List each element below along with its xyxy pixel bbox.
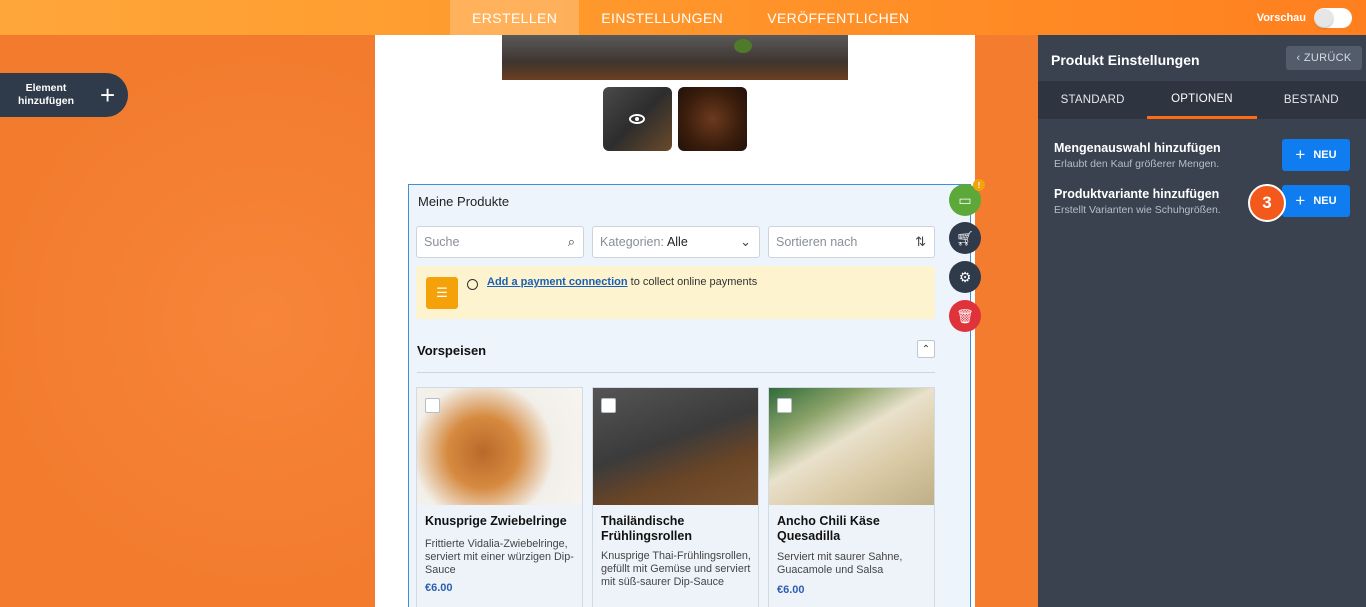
- image-thumbnail-1[interactable]: [603, 87, 672, 151]
- tab-einstellungen[interactable]: EINSTELLUNGEN: [579, 0, 745, 35]
- garnish-shape: [734, 39, 752, 53]
- search-input[interactable]: Suche ⌕: [416, 226, 584, 258]
- trash-icon: 🗑︎: [956, 307, 974, 324]
- option-description: Erstellt Varianten wie Schuhgrößen.: [1054, 204, 1221, 216]
- option-description: Erlaubt den Kauf größerer Mengen.: [1054, 158, 1220, 170]
- product-checkbox[interactable]: [425, 398, 440, 413]
- warning-badge: !: [973, 179, 985, 191]
- eye-icon[interactable]: [629, 114, 645, 124]
- payment-settings-button[interactable]: ▭ !: [949, 179, 985, 216]
- search-placeholder: Suche: [424, 235, 460, 249]
- category-heading: Vorspeisen: [417, 343, 487, 358]
- product-checkbox[interactable]: [601, 398, 616, 413]
- category-label: Kategorien:: [600, 235, 664, 249]
- sort-select[interactable]: Sortieren nach ⇅: [768, 226, 935, 258]
- list-icon: ☰: [426, 277, 458, 309]
- product-description: Frittierte Vidalia-Zwiebelringe, servier…: [425, 538, 574, 576]
- tab-bestand[interactable]: BESTAND: [1257, 81, 1366, 119]
- builder-background-right: [975, 35, 1038, 607]
- product-checkbox[interactable]: [777, 398, 792, 413]
- button-label: NEU: [1313, 195, 1337, 207]
- payment-connection-link[interactable]: Add a payment connection: [487, 276, 628, 288]
- chevron-left-icon: ‹: [1296, 52, 1304, 64]
- chevron-down-icon: ⌄: [740, 234, 751, 249]
- product-description: Serviert mit saurer Sahne, Guacamole und…: [777, 551, 903, 576]
- preview-toggle[interactable]: [1314, 8, 1352, 28]
- product-price: €6.00: [425, 582, 453, 594]
- plus-icon: +: [100, 79, 116, 110]
- tab-erstellen[interactable]: ERSTELLEN: [450, 0, 580, 35]
- add-element-button[interactable]: Element hinzufügen +: [0, 73, 128, 117]
- collapse-button[interactable]: ⌃: [917, 340, 935, 358]
- notice-text: Add a payment connection to collect onli…: [487, 276, 757, 288]
- plus-icon: +: [1295, 145, 1306, 164]
- product-card[interactable]: Knusprige Zwiebelringe Frittierte Vidali…: [416, 387, 583, 607]
- quantity-option: Mengenauswahl hinzufügen Erlaubt den Kau…: [1054, 141, 1221, 170]
- product-main-image: [502, 35, 848, 80]
- preview-control: Vorschau: [1257, 8, 1352, 28]
- variant-option: Produktvariante hinzufügen Erstellt Vari…: [1054, 187, 1221, 216]
- panel-tabs: STANDARD OPTIONEN BESTAND: [1038, 81, 1366, 119]
- add-quantity-button[interactable]: + NEU: [1282, 139, 1350, 171]
- plus-icon: +: [1295, 191, 1306, 210]
- option-title: Produktvariante hinzufügen: [1054, 187, 1220, 201]
- cart-button[interactable]: 🛒︎: [949, 222, 981, 254]
- product-name: Ancho Chili Käse Quesadilla: [777, 514, 880, 543]
- product-price: €6.00: [777, 584, 805, 596]
- button-label: NEU: [1313, 149, 1337, 161]
- product-image: [593, 388, 758, 505]
- product-image: [769, 388, 934, 505]
- product-image: [417, 388, 582, 505]
- sort-icon: ⇅: [915, 234, 926, 249]
- widget-title: Meine Produkte: [418, 194, 510, 209]
- credit-card-icon: ▭: [958, 191, 972, 208]
- tab-standard[interactable]: STANDARD: [1038, 81, 1147, 119]
- back-button[interactable]: ‹ ZURÜCK: [1286, 46, 1362, 70]
- product-card[interactable]: Ancho Chili Käse Quesadilla Serviert mit…: [768, 387, 935, 607]
- step-marker: 3: [1248, 184, 1286, 222]
- notice-suffix: to collect online payments: [627, 276, 758, 288]
- form-canvas: Meine Produkte Suche ⌕ Kategorien: Alle …: [375, 35, 975, 607]
- section-divider: [417, 372, 935, 373]
- top-bar: ERSTELLEN EINSTELLUNGEN VERÖFFENTLICHEN …: [0, 0, 1366, 35]
- search-icon: ⌕: [567, 234, 575, 249]
- panel-title: Produkt Einstellungen: [1051, 52, 1200, 68]
- category-value: Alle: [666, 235, 688, 249]
- product-description: Knusprige Thai-Frühlingsrollen, gefüllt …: [601, 550, 751, 588]
- option-title: Mengenauswahl hinzufügen: [1054, 141, 1221, 155]
- builder-background-left: [0, 35, 375, 607]
- main-nav: ERSTELLEN EINSTELLUNGEN VERÖFFENTLICHEN: [450, 0, 931, 35]
- add-variant-button[interactable]: + NEU: [1282, 185, 1350, 217]
- add-element-label: Element hinzufügen: [18, 82, 74, 107]
- notice-radio[interactable]: [467, 279, 478, 290]
- product-settings-panel: Produkt Einstellungen ‹ ZURÜCK STANDARD …: [1038, 35, 1366, 607]
- sort-label: Sortieren nach: [776, 235, 858, 249]
- payment-notice: ☰ Add a payment connection to collect on…: [416, 266, 935, 319]
- product-name: Thailändische Frühlingsrollen: [601, 514, 692, 543]
- gear-icon: ⚙: [958, 268, 972, 285]
- products-widget[interactable]: Meine Produkte Suche ⌕ Kategorien: Alle …: [408, 184, 971, 607]
- product-name: Knusprige Zwiebelringe: [425, 514, 567, 528]
- delete-button[interactable]: 🗑︎: [949, 300, 981, 332]
- settings-button[interactable]: ⚙: [949, 261, 981, 293]
- cart-icon: 🛒︎: [956, 229, 974, 246]
- preview-label: Vorschau: [1256, 12, 1306, 24]
- tab-optionen[interactable]: OPTIONEN: [1147, 81, 1257, 119]
- category-select[interactable]: Kategorien: Alle ⌄: [592, 226, 760, 258]
- tab-veroeffentlichen[interactable]: VERÖFFENTLICHEN: [745, 0, 931, 35]
- back-label: ZURÜCK: [1303, 52, 1352, 64]
- image-thumbnail-2[interactable]: [678, 87, 747, 151]
- toggle-knob: [1315, 9, 1333, 27]
- product-card[interactable]: Thailändische Frühlingsrollen Knusprige …: [592, 387, 759, 607]
